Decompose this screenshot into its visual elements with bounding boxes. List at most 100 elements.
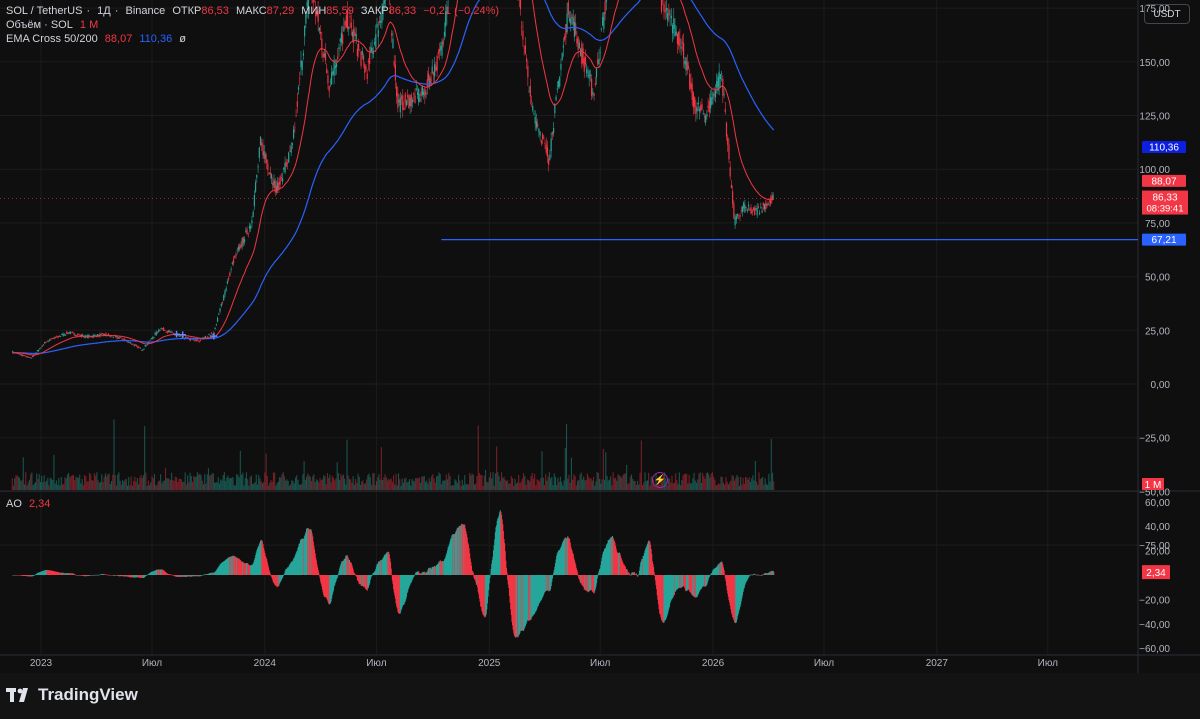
candle-body bbox=[334, 65, 336, 69]
volume-bar bbox=[721, 477, 723, 490]
ema-legend[interactable]: EMA Cross 50/200 88,07 110,36 ø bbox=[6, 32, 190, 46]
volume-bar bbox=[103, 476, 105, 490]
currency-button[interactable]: USDT bbox=[1144, 4, 1190, 24]
volume-bar bbox=[249, 476, 251, 490]
volume-bar bbox=[108, 473, 110, 490]
volume-bar bbox=[357, 473, 359, 490]
candle-body bbox=[442, 40, 444, 45]
volume-bar bbox=[86, 481, 88, 490]
volume-bar bbox=[309, 476, 311, 490]
candle-body bbox=[597, 59, 599, 65]
volume-bar bbox=[17, 476, 19, 490]
volume-bar bbox=[126, 485, 129, 490]
lightning-icon[interactable]: ⚡ bbox=[652, 472, 668, 488]
candle-body bbox=[765, 203, 767, 210]
volume-bar bbox=[324, 476, 326, 490]
volume-bar bbox=[112, 474, 114, 490]
volume-bar bbox=[15, 475, 17, 490]
volume-bar bbox=[611, 485, 613, 490]
volume-bar bbox=[134, 476, 136, 490]
volume-bar bbox=[412, 480, 414, 490]
volume-bar bbox=[380, 447, 382, 490]
ao-tick-label: 60,00 bbox=[1145, 498, 1170, 509]
tradingview-logo[interactable]: TradingView bbox=[6, 685, 138, 705]
ao-tick-label: −40,00 bbox=[1139, 620, 1170, 631]
symbol-legend[interactable]: SOL / TetherUS · 1Д · Binance ОТКР86,53 МА… bbox=[6, 4, 503, 18]
volume-bar bbox=[633, 480, 635, 490]
volume-bar bbox=[27, 482, 29, 490]
candle-body bbox=[250, 225, 252, 229]
candle-body bbox=[519, 0, 522, 10]
volume-bar bbox=[323, 475, 325, 490]
candle-body bbox=[734, 218, 736, 226]
volume-bar bbox=[418, 477, 420, 490]
candle-body bbox=[225, 288, 227, 291]
candle-body bbox=[275, 185, 278, 193]
volume-bar bbox=[711, 472, 714, 490]
volume-bar bbox=[675, 473, 677, 490]
volume-bar bbox=[437, 475, 439, 490]
volume-bar bbox=[487, 482, 489, 490]
volume-bar bbox=[676, 480, 678, 490]
ao-bar bbox=[269, 574, 271, 575]
ao-bar bbox=[506, 572, 508, 575]
volume-bar bbox=[599, 478, 601, 490]
volume-bar bbox=[649, 485, 651, 490]
candle-body bbox=[252, 211, 254, 217]
chart-canvas[interactable]: ++++++ 325,00300,00275,00250,00225,00200… bbox=[0, 0, 1200, 673]
volume-bar bbox=[223, 472, 225, 490]
volume-bar bbox=[355, 479, 357, 490]
volume-bar bbox=[152, 478, 154, 490]
volume-bar bbox=[214, 482, 216, 490]
candle-body bbox=[740, 210, 742, 212]
candle-body bbox=[290, 145, 292, 153]
candle-body bbox=[337, 56, 339, 60]
volume-bar bbox=[618, 475, 620, 490]
candle-body bbox=[62, 333, 64, 336]
volume-bar bbox=[133, 481, 135, 490]
candle-body bbox=[746, 210, 748, 211]
candle-body bbox=[152, 337, 154, 339]
volume-bar bbox=[130, 476, 132, 490]
volume-bar bbox=[269, 482, 271, 490]
volume-bar bbox=[195, 476, 197, 490]
candle-body bbox=[224, 290, 226, 296]
candle-body bbox=[579, 48, 582, 57]
candle-body bbox=[328, 86, 330, 92]
candle-body bbox=[604, 1, 606, 14]
volume-bar bbox=[145, 472, 147, 490]
volume-bar bbox=[483, 475, 485, 490]
candle-body bbox=[236, 250, 238, 252]
volume-bar bbox=[166, 478, 168, 490]
candle-body bbox=[78, 334, 80, 336]
volume-bar bbox=[700, 482, 702, 490]
candle-body bbox=[751, 210, 753, 213]
volume-bar bbox=[325, 484, 327, 490]
volume-bar bbox=[250, 475, 252, 490]
ao-bar bbox=[318, 572, 320, 575]
volume-bar bbox=[726, 481, 728, 490]
candle-body bbox=[35, 352, 37, 353]
volume-bar bbox=[697, 479, 699, 490]
candle-body bbox=[754, 207, 756, 216]
candle-body bbox=[20, 354, 22, 356]
volume-bar bbox=[706, 472, 709, 490]
candle-body bbox=[730, 184, 733, 188]
volume-bar bbox=[574, 476, 576, 490]
candle-body bbox=[37, 350, 40, 352]
volume-bar bbox=[350, 479, 352, 490]
ao-legend[interactable]: AO 2,34 bbox=[6, 497, 54, 511]
candle-body bbox=[194, 339, 197, 341]
volume-bar bbox=[494, 473, 496, 490]
candle-body bbox=[729, 167, 731, 177]
volume-bar bbox=[36, 473, 38, 490]
volume-legend[interactable]: Объём · SOL 1 M bbox=[6, 18, 102, 32]
volume-bar bbox=[267, 485, 270, 490]
candle-body bbox=[437, 51, 439, 54]
candle-body bbox=[77, 334, 79, 336]
candle-body bbox=[744, 204, 746, 213]
volume-bar bbox=[263, 482, 265, 490]
volume-bar bbox=[770, 438, 772, 490]
candle-body bbox=[284, 162, 286, 173]
candle-body bbox=[725, 122, 728, 137]
